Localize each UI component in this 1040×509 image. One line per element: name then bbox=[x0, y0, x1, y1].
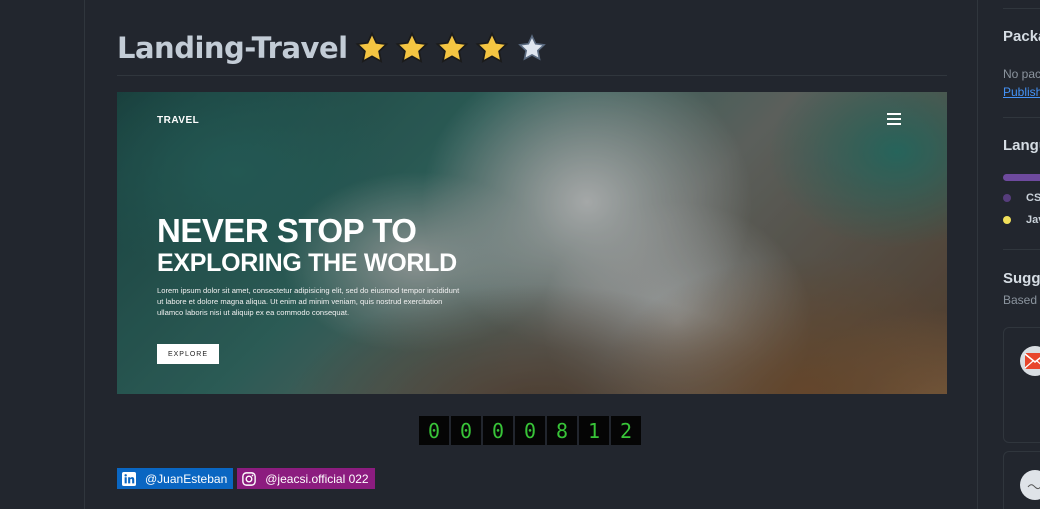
title-row: Landing-Travel bbox=[117, 28, 552, 68]
language-item[interactable]: Jav bbox=[1003, 214, 1040, 226]
suggested-heading: Sugg bbox=[1003, 270, 1040, 287]
hamburger-menu-icon bbox=[887, 113, 901, 125]
linkedin-handle: @JuanEsteban bbox=[145, 471, 228, 486]
counter-digit: 0 bbox=[419, 416, 449, 445]
title-divider bbox=[117, 75, 947, 76]
counter-digit: 0 bbox=[451, 416, 481, 445]
star-filled-icon bbox=[352, 28, 392, 68]
language-name: Jav bbox=[1026, 214, 1040, 226]
language-dot bbox=[1003, 194, 1011, 202]
visitor-counter: 0 0 0 0 8 1 2 bbox=[419, 416, 643, 445]
hero-headline-2: EXPLORING THE WORLD bbox=[157, 249, 457, 277]
sidebar-divider bbox=[1003, 8, 1040, 9]
instagram-badge[interactable]: @jeacsi.official 022 bbox=[237, 468, 375, 489]
counter-digit: 1 bbox=[579, 416, 609, 445]
repo-main: Landing-Travel TRAVEL NEVER STOP TO EXPL… bbox=[84, 0, 978, 509]
social-badges: @JuanEsteban @jeacsi.official 022 bbox=[117, 468, 379, 489]
star-filled-icon bbox=[392, 28, 432, 68]
avatar bbox=[1020, 346, 1040, 376]
star-filled-icon bbox=[472, 28, 512, 68]
explore-button: EXPLORE bbox=[157, 344, 219, 364]
counter-digit: 0 bbox=[515, 416, 545, 445]
hero-paragraph: Lorem ipsum dolor sit amet, consectetur … bbox=[157, 286, 460, 317]
counter-digit: 2 bbox=[611, 416, 641, 445]
avatar bbox=[1020, 470, 1040, 500]
page-title: Landing-Travel bbox=[117, 31, 348, 65]
star-filled-icon bbox=[432, 28, 472, 68]
sidebar-divider bbox=[1003, 117, 1040, 118]
language-item[interactable]: CS bbox=[1003, 192, 1040, 204]
rating-stars bbox=[352, 28, 552, 68]
counter-digit: 8 bbox=[547, 416, 577, 445]
suggested-card[interactable] bbox=[1003, 327, 1040, 443]
hero-preview-image: TRAVEL NEVER STOP TO EXPLORING THE WORLD… bbox=[117, 92, 947, 394]
star-empty-icon bbox=[512, 28, 552, 68]
language-bar bbox=[1003, 174, 1040, 181]
right-sidebar: Packa No pac Publish Langu CS Jav Sugg B… bbox=[1003, 0, 1040, 509]
packages-text: No pac bbox=[1003, 67, 1040, 81]
hero-headline-1: NEVER STOP TO bbox=[157, 212, 417, 249]
suggested-card[interactable] bbox=[1003, 451, 1040, 509]
counter-digit: 0 bbox=[483, 416, 513, 445]
language-name: CS bbox=[1026, 192, 1040, 204]
instagram-icon bbox=[241, 471, 257, 487]
linkedin-icon bbox=[121, 471, 137, 487]
hero-logo: TRAVEL bbox=[157, 115, 200, 126]
packages-heading: Packa bbox=[1003, 28, 1040, 45]
language-dot bbox=[1003, 216, 1011, 224]
suggested-subtext: Based bbox=[1003, 293, 1038, 307]
publish-package-link[interactable]: Publish bbox=[1003, 85, 1040, 99]
sidebar-divider bbox=[1003, 249, 1040, 250]
instagram-handle: @jeacsi.official 022 bbox=[265, 471, 369, 486]
linkedin-badge[interactable]: @JuanEsteban bbox=[117, 468, 234, 489]
languages-heading: Langu bbox=[1003, 137, 1040, 154]
